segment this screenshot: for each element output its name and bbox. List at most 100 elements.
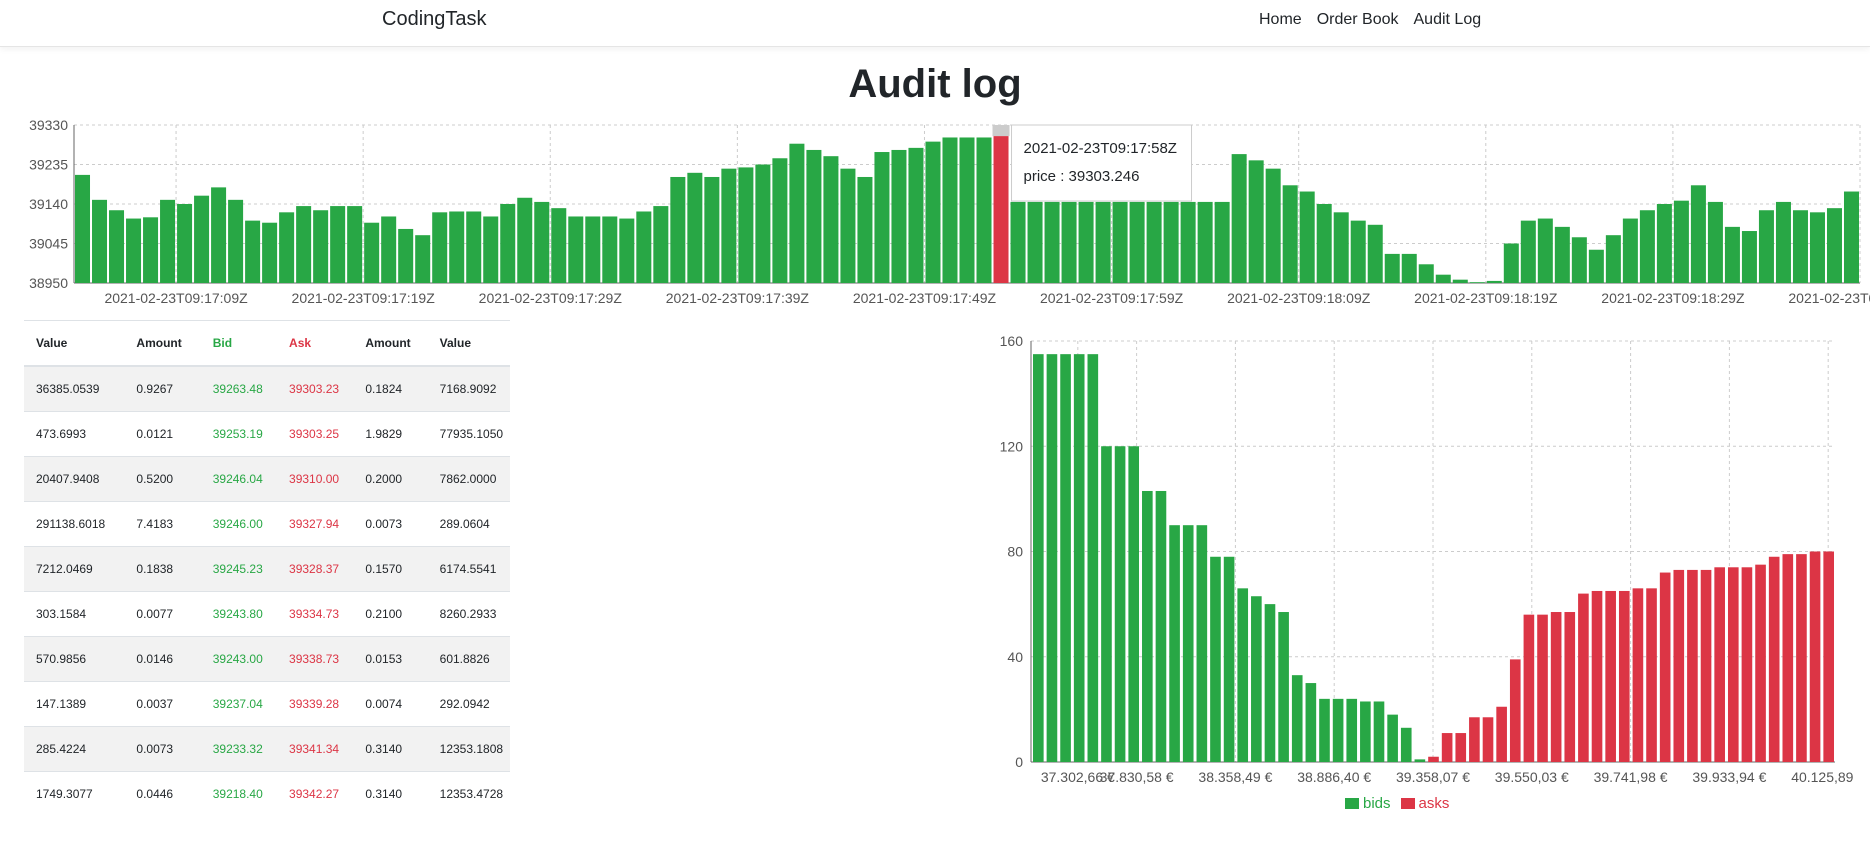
price-bar <box>704 176 720 283</box>
price-bar <box>857 176 873 283</box>
price-bar <box>840 168 856 283</box>
x-tick-label: 39.741,98 € <box>1594 769 1668 785</box>
cell-bid-price: 39245.23 <box>200 546 278 592</box>
tooltip-price: price : 39303.246 <box>1024 168 1140 185</box>
price-bar <box>228 199 244 283</box>
cell-ask-value: 289.0604 <box>427 501 510 547</box>
price-bar <box>1163 201 1179 283</box>
cell-ask-price: 39310.00 <box>277 456 354 502</box>
price-bar <box>398 228 414 283</box>
cell-bid-amount: 0.1838 <box>124 546 201 592</box>
price-bar <box>177 204 193 283</box>
cell-ask-amount: 0.3140 <box>353 771 428 816</box>
price-bar <box>738 167 754 283</box>
bid-bar <box>1060 354 1071 762</box>
ask-bar <box>1496 706 1507 762</box>
cell-bid-price: 39237.04 <box>200 681 278 727</box>
price-bar <box>1418 264 1434 283</box>
price-bar <box>449 211 465 283</box>
ask-bar <box>1809 551 1821 762</box>
price-bar <box>1843 191 1859 283</box>
ask-bar <box>1727 567 1739 762</box>
navbar: CodingTask Home Order Book Audit Log <box>0 0 1870 47</box>
header-bid-value: Value <box>24 320 125 367</box>
cell-bid-amount: 0.0146 <box>124 636 201 682</box>
bid-bar <box>1182 525 1194 762</box>
table-row: 20407.9408 0.5200 39246.04 39310.00 0.2000 78… <box>24 456 510 502</box>
bid-bar <box>1169 525 1180 762</box>
price-bar <box>296 206 312 283</box>
header-bid-amount: Amount <box>124 320 201 367</box>
table-row: 303.1584 0.0077 39243.80 39334.73 0.2100 8260… <box>24 591 510 637</box>
price-bar <box>1265 168 1281 283</box>
x-tick-label: 39.550,03 € <box>1495 769 1569 785</box>
bid-bar <box>1400 727 1412 762</box>
cell-bid-amount: 0.0077 <box>124 591 201 637</box>
legend-item-asks[interactable]: asks <box>1400 795 1449 812</box>
order-book-table: Value Amount Bid Ask Amount Value 36385.… <box>24 320 510 816</box>
cell-bid-amount: 0.0121 <box>124 411 201 457</box>
nav-link-home[interactable]: Home <box>1259 11 1302 29</box>
cell-bid-amount: 0.5200 <box>124 456 201 502</box>
price-bar <box>1027 201 1043 283</box>
cell-bid-value: 473.6993 <box>24 411 125 457</box>
price-bar <box>891 149 907 283</box>
y-tick-label: 40 <box>1007 649 1023 665</box>
ask-bar <box>1455 733 1467 762</box>
price-bar <box>976 137 992 283</box>
price-bar <box>1690 185 1706 283</box>
nav-link-order-book[interactable]: Order Book <box>1317 11 1399 29</box>
price-bar <box>1061 201 1077 283</box>
depth-chart[interactable]: 1601208040037.302,66 €37.830,58 €38.358,… <box>985 325 1855 795</box>
nav-link-audit-log[interactable]: Audit Log <box>1414 11 1482 29</box>
cursor-highlight <box>992 125 1010 137</box>
y-tick-label: 120 <box>1000 438 1024 454</box>
price-bar <box>1384 253 1400 283</box>
x-tick-label: 38.886,40 € <box>1297 769 1371 785</box>
cell-bid-price: 39233.32 <box>200 726 278 772</box>
bid-bar <box>1264 604 1276 762</box>
price-bar <box>313 210 329 283</box>
cell-ask-amount: 1.9829 <box>353 411 428 457</box>
ask-bar <box>1659 572 1671 762</box>
y-tick-label: 39045 <box>29 236 68 252</box>
y-tick-label: 38950 <box>29 275 68 291</box>
cell-bid-amount: 0.9267 <box>124 365 201 412</box>
price-bar <box>245 220 261 283</box>
cell-bid-price: 39263.48 <box>200 365 278 412</box>
ask-bar <box>1523 614 1535 762</box>
y-tick-label: 39140 <box>29 196 68 212</box>
x-tick-label: 2021-02-23T09:18:29Z <box>1601 290 1745 306</box>
price-bar <box>568 216 584 283</box>
bid-bar <box>1237 588 1249 762</box>
brand-link[interactable]: CodingTask <box>382 8 487 31</box>
price-bar <box>908 147 924 283</box>
price-bar <box>1214 201 1230 283</box>
bid-bar <box>1223 556 1235 762</box>
y-tick-label: 39330 <box>29 117 68 133</box>
price-bar <box>1231 154 1247 283</box>
price-bar <box>687 172 703 283</box>
cell-bid-amount: 0.0446 <box>124 771 201 816</box>
bid-bar <box>1114 446 1126 762</box>
price-bar <box>1333 212 1349 283</box>
cell-bid-price: 39243.80 <box>200 591 278 637</box>
ask-bar <box>1509 659 1521 762</box>
price-bar <box>466 211 482 283</box>
price-bar <box>194 195 210 283</box>
cell-ask-value: 12353.4728 <box>427 771 510 816</box>
price-bar <box>381 216 397 283</box>
ask-bar <box>1741 567 1753 762</box>
legend-item-bids[interactable]: bids <box>1345 795 1391 812</box>
price-history-chart[interactable]: 39330 39235 39140 39045 38950 2021-02-23T09:1… <box>0 115 1870 315</box>
cell-ask-value: 292.0942 <box>427 681 510 727</box>
price-bar <box>1469 282 1485 283</box>
price-bar <box>874 152 890 283</box>
price-bar <box>1792 210 1808 283</box>
bid-bar <box>1046 354 1058 762</box>
bid-bar <box>1033 354 1044 762</box>
bid-bar <box>1073 354 1085 762</box>
ask-bar <box>1482 717 1494 762</box>
header-ask-amount: Amount <box>353 320 428 367</box>
cell-ask-amount: 0.3140 <box>353 726 428 772</box>
